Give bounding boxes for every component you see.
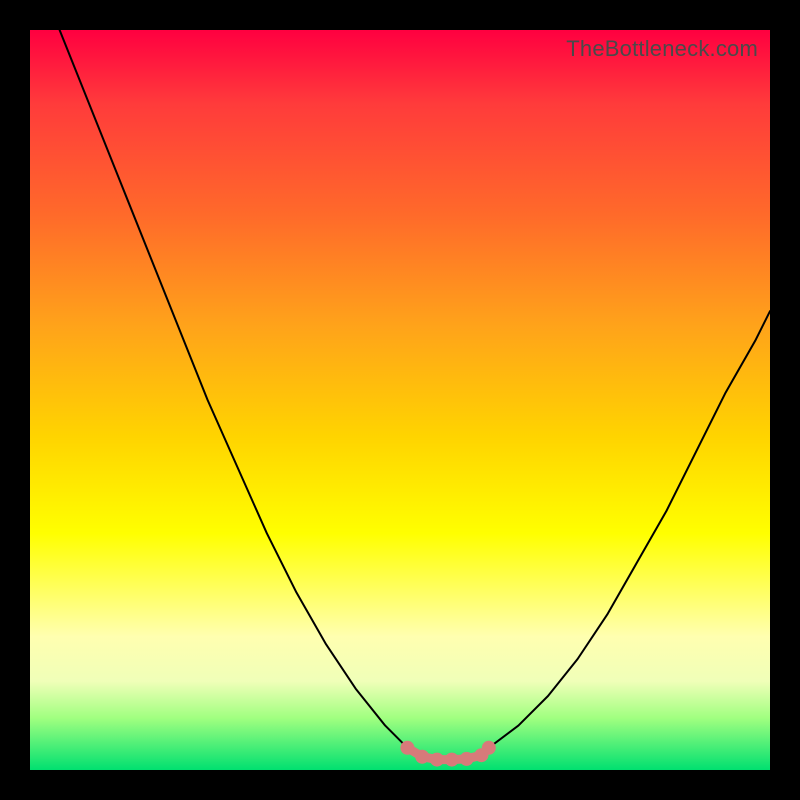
series-left-branch — [60, 30, 408, 748]
chart-frame: TheBottleneck.com — [0, 0, 800, 800]
series-right-branch — [489, 311, 770, 748]
chart-svg — [30, 30, 770, 770]
chart-series — [60, 30, 770, 760]
marker-dot — [460, 752, 474, 766]
marker-dot — [482, 741, 496, 755]
marker-dot — [430, 753, 444, 767]
marker-dot — [415, 750, 429, 764]
marker-dot — [400, 741, 414, 755]
plot-area: TheBottleneck.com — [30, 30, 770, 770]
marker-dot — [445, 753, 459, 767]
